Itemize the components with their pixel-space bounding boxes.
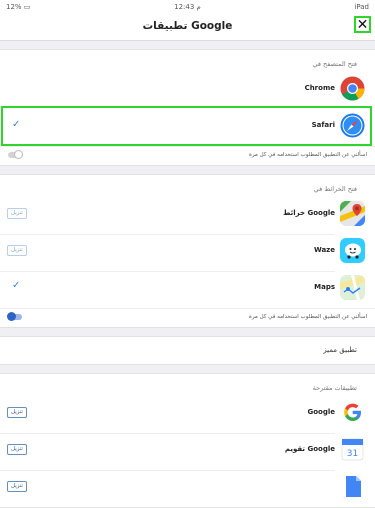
ask-toggle-label: اسألني عن التطبيق المطلوب استخدامه في كل… xyxy=(249,314,367,320)
google-icon xyxy=(340,400,365,425)
app-label: Chrome xyxy=(304,84,335,92)
app-label: تقويم Google xyxy=(284,445,335,453)
install-button[interactable]: تنزيل xyxy=(7,444,27,455)
status-bar: 12% ▭ 12:43 م iPad xyxy=(0,0,375,14)
install-button[interactable]: تنزيل xyxy=(7,407,27,418)
install-button[interactable]: تنزيل xyxy=(7,208,27,219)
app-row-google-calendar[interactable]: تنزيل تقويم Google 31 xyxy=(0,433,375,470)
maps-section: فتح الخرائط في تنزيل خرائط Google تنزيل … xyxy=(0,174,375,328)
app-row-google-maps[interactable]: تنزيل خرائط Google xyxy=(0,197,375,234)
app-row-waze[interactable]: تنزيل Waze xyxy=(0,234,375,271)
app-label: Google xyxy=(307,408,335,416)
close-button[interactable]: ✕ xyxy=(354,16,371,33)
checkmark-icon: ✓ xyxy=(12,280,21,291)
preferred-app-label: تطبيق مميز xyxy=(323,346,357,354)
chrome-icon xyxy=(340,76,365,101)
maps-ask-toggle-row: اسألني عن التطبيق المطلوب استخدامه في كل… xyxy=(0,308,375,327)
app-label: Maps xyxy=(314,283,335,291)
page-title: تطبيقات Google xyxy=(142,20,233,32)
app-row-chrome[interactable]: Chrome xyxy=(0,72,375,106)
preferred-app-row[interactable]: تطبيق مميز xyxy=(0,336,375,365)
browser-section-header: فتح المتصفح في xyxy=(312,60,357,68)
safari-icon xyxy=(340,113,365,138)
maps-section-header: فتح الخرائط في xyxy=(313,185,357,193)
browser-ask-toggle-row: اسألني عن التطبيق المطلوب استخدامه في كل… xyxy=(0,146,375,165)
calendar-day: 31 xyxy=(347,449,358,459)
browser-section: فتح المتصفح في Chrome ✓ Safari اسألني عن… xyxy=(0,49,375,166)
browser-ask-toggle[interactable] xyxy=(8,150,23,159)
install-button[interactable]: تنزيل xyxy=(7,245,27,256)
checkmark-icon: ✓ xyxy=(12,119,21,130)
navigation-bar: تطبيقات Google ✕ xyxy=(0,14,375,41)
google-docs-icon xyxy=(346,476,361,497)
ask-toggle-label: اسألني عن التطبيق المطلوب استخدامه في كل… xyxy=(249,152,367,158)
device-label: iPad xyxy=(354,3,369,11)
google-calendar-icon: 31 xyxy=(341,438,364,461)
app-label: خرائط Google xyxy=(283,209,335,217)
close-icon: ✕ xyxy=(356,16,369,33)
google-maps-icon xyxy=(340,201,365,226)
apple-maps-icon xyxy=(340,275,365,300)
app-row-apple-maps[interactable]: ✓ Maps xyxy=(0,271,375,308)
app-label: Waze xyxy=(313,246,335,254)
suggested-section-header: تطبيقات مقترحة xyxy=(312,384,357,392)
maps-ask-toggle[interactable] xyxy=(7,312,22,321)
app-row-google-docs[interactable]: تنزيل xyxy=(0,470,375,507)
install-button[interactable]: تنزيل xyxy=(7,481,27,492)
status-time: 12:43 م xyxy=(174,3,201,11)
waze-icon xyxy=(340,238,365,263)
app-row-safari[interactable]: ✓ Safari xyxy=(0,106,375,146)
suggested-section: تطبيقات مقترحة تنزيل Google تنزيل تقويم … xyxy=(0,373,375,508)
app-label: Safari xyxy=(311,121,335,129)
app-row-google[interactable]: تنزيل Google xyxy=(0,396,375,433)
